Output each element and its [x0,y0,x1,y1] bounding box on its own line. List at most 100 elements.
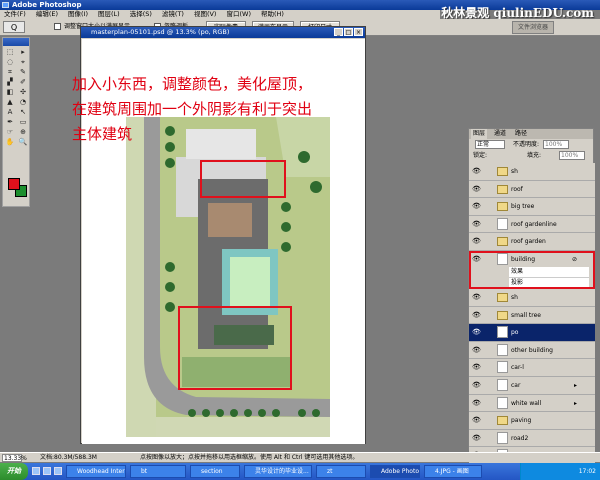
layer-folder-icon [497,416,508,426]
tab-channels[interactable]: 通道 [492,129,508,139]
taskbar-button[interactable]: 4.JPG - 画图 [424,465,482,478]
move-tool-icon[interactable]: ▸ [17,48,29,57]
visibility-eye-icon[interactable]: 👁 [472,202,481,210]
layer-effects-icon[interactable]: ⊘ [572,251,577,268]
history-brush-tool-icon[interactable]: ✣ [17,88,29,97]
layer-effects-icon[interactable]: ▸ [574,377,577,394]
hand-tool-icon[interactable]: ✋ [4,138,16,147]
healing-brush-tool-icon[interactable]: ▞ [4,78,16,87]
visibility-eye-icon[interactable]: 👁 [472,399,481,407]
visibility-eye-icon[interactable]: 👁 [472,237,481,245]
maximize-icon[interactable]: □ [344,28,353,36]
path-selection-tool-icon[interactable]: ↖ [17,108,29,117]
tab-layers[interactable]: 图层 [471,129,488,139]
visibility-eye-icon[interactable]: 👁 [472,311,481,319]
visibility-eye-icon[interactable]: 👁 [472,363,481,371]
tool-preset-picker[interactable]: Q [3,21,25,33]
layer-row[interactable]: 👁 white wall ▸ [469,394,595,413]
visibility-eye-icon[interactable]: 👁 [472,346,481,354]
taskbar-button[interactable]: section [190,465,240,478]
marquee-tool-icon[interactable]: ⬚ [4,48,16,57]
palette-well[interactable]: 文件浏览器 [512,21,554,34]
layer-row[interactable]: 👁 roof [469,180,595,199]
layer-row[interactable]: 👁 car-l [469,359,595,377]
menu-select[interactable]: 选择(S) [130,10,152,19]
status-bar: 13.33% 文档:80.3M/588.3M 点按图像以放大；点按并拖移以用选框… [0,452,600,462]
quick-launch-desktop-icon[interactable] [43,467,51,475]
resize-windows-checkbox[interactable] [54,23,61,30]
opacity-input[interactable]: 100% [543,140,569,149]
taskbar-button[interactable]: 灵华设计的毕业设... [244,465,312,478]
type-tool-icon[interactable]: A [4,108,16,117]
document-size[interactable]: 文档:80.3M/588.3M [40,453,97,463]
layer-effects-icon[interactable]: ▸ [574,395,577,412]
fill-input[interactable]: 100% [559,151,585,160]
layer-row[interactable]: 👁 road2 [469,429,595,448]
layer-row[interactable]: 👁 small tree [469,306,595,325]
eraser-tool-icon[interactable]: ▲ [4,98,16,107]
drop-shadow-effect[interactable]: 投影 [509,276,589,287]
layer-folder-icon [497,292,508,302]
taskbar-button[interactable]: Woodhead Intern... [66,465,126,478]
layer-row[interactable]: 👁 other building [469,341,595,360]
layer-thumbnail [497,431,508,444]
taskbar-button[interactable]: bt [130,465,186,478]
clock[interactable]: 17:02 [579,468,596,475]
layer-row[interactable]: 👁 po [469,324,595,342]
quick-launch-media-icon[interactable] [54,467,62,475]
layer-row[interactable]: 👁 sh [469,288,595,307]
layer-row[interactable]: 👁 car ▸ [469,376,595,395]
menu-file[interactable]: 文件(F) [4,10,26,19]
layer-row[interactable]: 👁 sh [469,163,595,181]
slice-tool-icon[interactable]: ✎ [17,68,29,77]
menu-image[interactable]: 图像(I) [68,10,88,19]
visibility-eye-icon[interactable]: 👁 [472,185,481,193]
visibility-eye-icon[interactable]: 👁 [472,220,481,228]
shape-tool-icon[interactable]: ▭ [17,118,29,127]
effects-heading[interactable]: 效果 [509,267,589,277]
layer-row[interactable]: 👁 roof gardenline [469,215,595,234]
quick-launch-ie-icon[interactable] [32,467,40,475]
zoom-field[interactable]: 13.33% [2,454,27,462]
gradient-tool-icon[interactable]: ◔ [17,98,29,107]
layer-row[interactable]: 👁 building ⊘ 效果 投影 [469,250,595,289]
visibility-eye-icon[interactable]: 👁 [472,293,481,301]
minimize-icon[interactable]: _ [334,28,343,36]
visibility-eye-icon[interactable]: 👁 [472,255,481,263]
zoom-tool-icon[interactable]: 🔍 [17,138,29,147]
lock-label: 锁定: [473,152,488,159]
menu-filter[interactable]: 滤镜(T) [162,10,184,19]
taskbar-button[interactable]: zt [316,465,366,478]
fill-label: 填充: [527,152,542,159]
eyedropper-tool-icon[interactable]: ⊕ [17,128,29,137]
visibility-eye-icon[interactable]: 👁 [472,328,481,336]
close-icon[interactable]: × [354,28,363,36]
menu-view[interactable]: 视图(V) [194,10,217,19]
brush-tool-icon[interactable]: ✐ [17,78,29,87]
taskbar-button[interactable]: Adobe Photoshop [370,465,420,478]
lasso-tool-icon[interactable]: ◌ [4,58,16,67]
foreground-color-swatch[interactable] [8,178,20,190]
tab-paths[interactable]: 路径 [513,129,529,139]
clone-stamp-tool-icon[interactable]: ◧ [4,88,16,97]
toolbox-header[interactable] [3,38,29,46]
crop-tool-icon[interactable]: ⌗ [4,68,16,77]
pen-tool-icon[interactable]: ✒ [4,118,16,127]
menu-edit[interactable]: 编辑(E) [36,10,58,19]
notes-tool-icon[interactable]: ☞ [4,128,16,137]
menu-layer[interactable]: 图层(L) [98,10,120,19]
document-title-bar[interactable]: masterplan-05101.psd @ 13.3% (po, RGB) _… [81,27,365,38]
menu-help[interactable]: 帮助(H) [261,10,284,19]
layer-row[interactable]: 👁 paving [469,412,595,430]
visibility-eye-icon[interactable]: 👁 [472,434,481,442]
magic-wand-tool-icon[interactable]: ⌖ [17,58,29,67]
visibility-eye-icon[interactable]: 👁 [472,416,481,424]
start-button[interactable]: 开始 [0,463,28,480]
layer-row[interactable]: 👁 roof garden [469,233,595,251]
blend-mode-select[interactable]: 正常 [475,140,505,149]
status-hint: 点按图像以放大；点按并拖移以用选框缩放。使用 Alt 和 Ctrl 键可选用其他… [140,454,359,461]
visibility-eye-icon[interactable]: 👁 [472,381,481,389]
layer-row[interactable]: 👁 big tree [469,198,595,216]
visibility-eye-icon[interactable]: 👁 [472,167,481,175]
menu-window[interactable]: 窗口(W) [226,10,251,19]
